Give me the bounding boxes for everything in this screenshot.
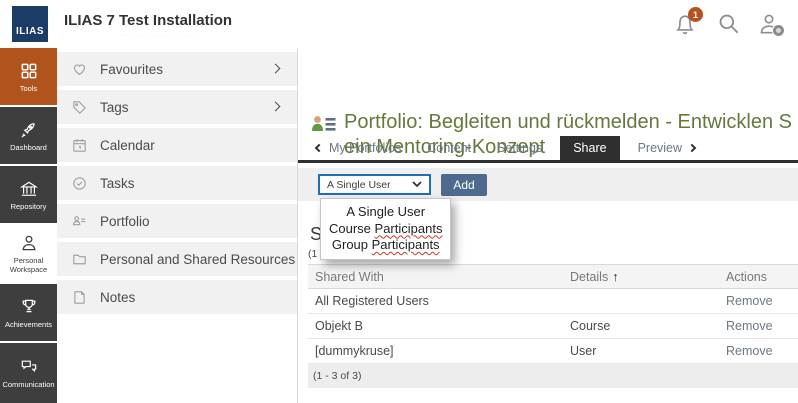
- sidebar-item-favourites[interactable]: Favourites: [57, 52, 297, 86]
- col-details[interactable]: Details↑: [570, 270, 726, 284]
- table-header-row: Shared With Details↑ Actions: [308, 264, 798, 289]
- tab-label: Preview: [638, 141, 682, 155]
- rail-item-dashboard[interactable]: Dashboard: [0, 107, 57, 164]
- rail-item-label: Achievements: [3, 320, 54, 329]
- main-content: Portfolio: Begleiten und rückmelden - En…: [298, 48, 798, 403]
- user-avatar-badge: [772, 24, 785, 37]
- rocket-icon: [19, 120, 39, 140]
- sidebar-item-portfolio[interactable]: Portfolio: [57, 204, 297, 238]
- tab-forward-preview[interactable]: Preview: [638, 136, 695, 160]
- option-a-single-user[interactable]: A Single User: [329, 204, 442, 221]
- sidebar-item-calendar[interactable]: Calendar: [57, 128, 297, 162]
- share-type-dropdown: A Single User Course Participants Group …: [320, 198, 451, 260]
- tab-label: My Portfolios: [329, 141, 401, 155]
- rail-item-label: Communication: [0, 380, 56, 389]
- table-row: Objekt B Course Remove: [308, 314, 798, 339]
- sidebar-item-label: Tags: [100, 100, 129, 115]
- cell-shared-with: Objekt B: [315, 319, 570, 333]
- tab-share[interactable]: Share: [560, 136, 619, 160]
- option-course-participants[interactable]: Course Participants: [329, 221, 442, 238]
- col-shared-with: Shared With: [315, 270, 570, 284]
- spellcheck-underline: Participants: [375, 221, 443, 236]
- tag-icon: [71, 99, 88, 116]
- rail-item-achievements[interactable]: Achievements: [0, 284, 57, 341]
- rail-item-label: Repository: [9, 202, 49, 211]
- chevron-right-icon: [688, 144, 696, 152]
- search-icon: [716, 11, 742, 37]
- sidebar-item-label: Tasks: [100, 176, 135, 191]
- heart-icon: [71, 61, 88, 78]
- portfolio-icon: [71, 213, 88, 230]
- sidebar-item-tasks[interactable]: Tasks: [57, 166, 297, 200]
- tab-content[interactable]: Content: [427, 136, 471, 160]
- spellcheck-underline: Participants: [372, 237, 440, 252]
- note-icon: [71, 289, 88, 306]
- main-menu-rail: Tools Dashboard Repository Personal Work…: [0, 48, 57, 403]
- col-actions: Actions: [726, 270, 798, 284]
- bank-icon: [19, 179, 39, 199]
- personal-workspace-slate: Favourites Tags Calendar Tasks: [57, 48, 298, 403]
- cell-details: Course: [570, 319, 726, 333]
- grid-icon: [19, 61, 39, 81]
- notification-badge: 1: [688, 7, 703, 22]
- rail-item-label: Dashboard: [8, 143, 49, 152]
- rail-item-tools[interactable]: Tools: [0, 48, 57, 105]
- rail-item-personal-workspace[interactable]: Personal Workspace: [0, 225, 57, 282]
- tab-settings[interactable]: Settings: [497, 136, 542, 160]
- share-type-select[interactable]: A Single User: [318, 174, 431, 195]
- sidebar-item-personal-shared-resources[interactable]: Personal and Shared Resources: [57, 242, 297, 276]
- chevron-right-icon: [271, 64, 281, 74]
- tab-label: Share: [573, 141, 606, 155]
- trophy-icon: [19, 297, 39, 317]
- calendar-icon: [71, 137, 88, 154]
- sidebar-item-label: Portfolio: [100, 214, 150, 229]
- chevron-left-icon: [315, 144, 323, 152]
- remove-link[interactable]: Remove: [726, 344, 798, 358]
- table-pagination-footer: (1 - 3 of 3): [308, 364, 798, 388]
- rail-item-label: Tools: [18, 84, 40, 93]
- ilias-logo[interactable]: ILIAS: [12, 6, 48, 42]
- chevron-down-icon: [412, 181, 422, 188]
- option-group-participants[interactable]: Group Participants: [329, 237, 442, 254]
- sort-ascending-icon: ↑: [612, 270, 618, 284]
- table-row: All Registered Users Remove: [308, 289, 798, 314]
- chevron-right-icon: [271, 102, 281, 112]
- cell-details: User: [570, 344, 726, 358]
- sidebar-item-label: Calendar: [100, 138, 155, 153]
- app-title: ILIAS 7 Test Installation: [64, 12, 232, 29]
- tab-label: Settings: [497, 141, 542, 155]
- sidebar-item-label: Personal and Shared Resources: [100, 252, 295, 267]
- page-title-line1: Portfolio: Begleiten und rückmelden - En…: [344, 110, 792, 135]
- check-circle-icon: [71, 175, 88, 192]
- share-toolbar: A Single User Add: [298, 168, 798, 201]
- ilias-screen: ILIAS ILIAS 7 Test Installation ·· ···· …: [0, 0, 798, 403]
- share-table: Shared With Details↑ Actions All Registe…: [308, 264, 798, 364]
- tab-label: Content: [427, 141, 471, 155]
- remove-link[interactable]: Remove: [726, 294, 798, 308]
- rail-item-repository[interactable]: Repository: [0, 166, 57, 223]
- sidebar-item-label: Favourites: [100, 62, 163, 77]
- rail-item-label: Personal Workspace: [0, 256, 57, 274]
- rail-item-communication[interactable]: Communication: [0, 343, 57, 403]
- select-value: A Single User: [327, 179, 391, 191]
- top-header: ILIAS ILIAS 7 Test Installation ·· ···· …: [0, 0, 798, 48]
- sidebar-item-notes[interactable]: Notes: [57, 280, 297, 314]
- tab-bar: My Portfolios Content Settings Share Pre…: [298, 136, 798, 163]
- unreadable-text: ·· ···· ···· ·· ···: [122, 33, 197, 39]
- folder-icon: [71, 251, 88, 268]
- cell-shared-with: All Registered Users: [315, 294, 570, 308]
- cell-shared-with: [dummykruse]: [315, 344, 570, 358]
- remove-link[interactable]: Remove: [726, 319, 798, 333]
- table-row: [dummykruse] User Remove: [308, 339, 798, 364]
- search-button[interactable]: [716, 11, 742, 37]
- add-button[interactable]: Add: [441, 174, 487, 196]
- tab-back-my-portfolios[interactable]: My Portfolios: [316, 136, 401, 160]
- chat-icon: [19, 357, 39, 377]
- portfolio-object-icon: [310, 114, 338, 138]
- sidebar-item-tags[interactable]: Tags: [57, 90, 297, 124]
- person-icon: [19, 233, 39, 253]
- sidebar-item-label: Notes: [100, 290, 135, 305]
